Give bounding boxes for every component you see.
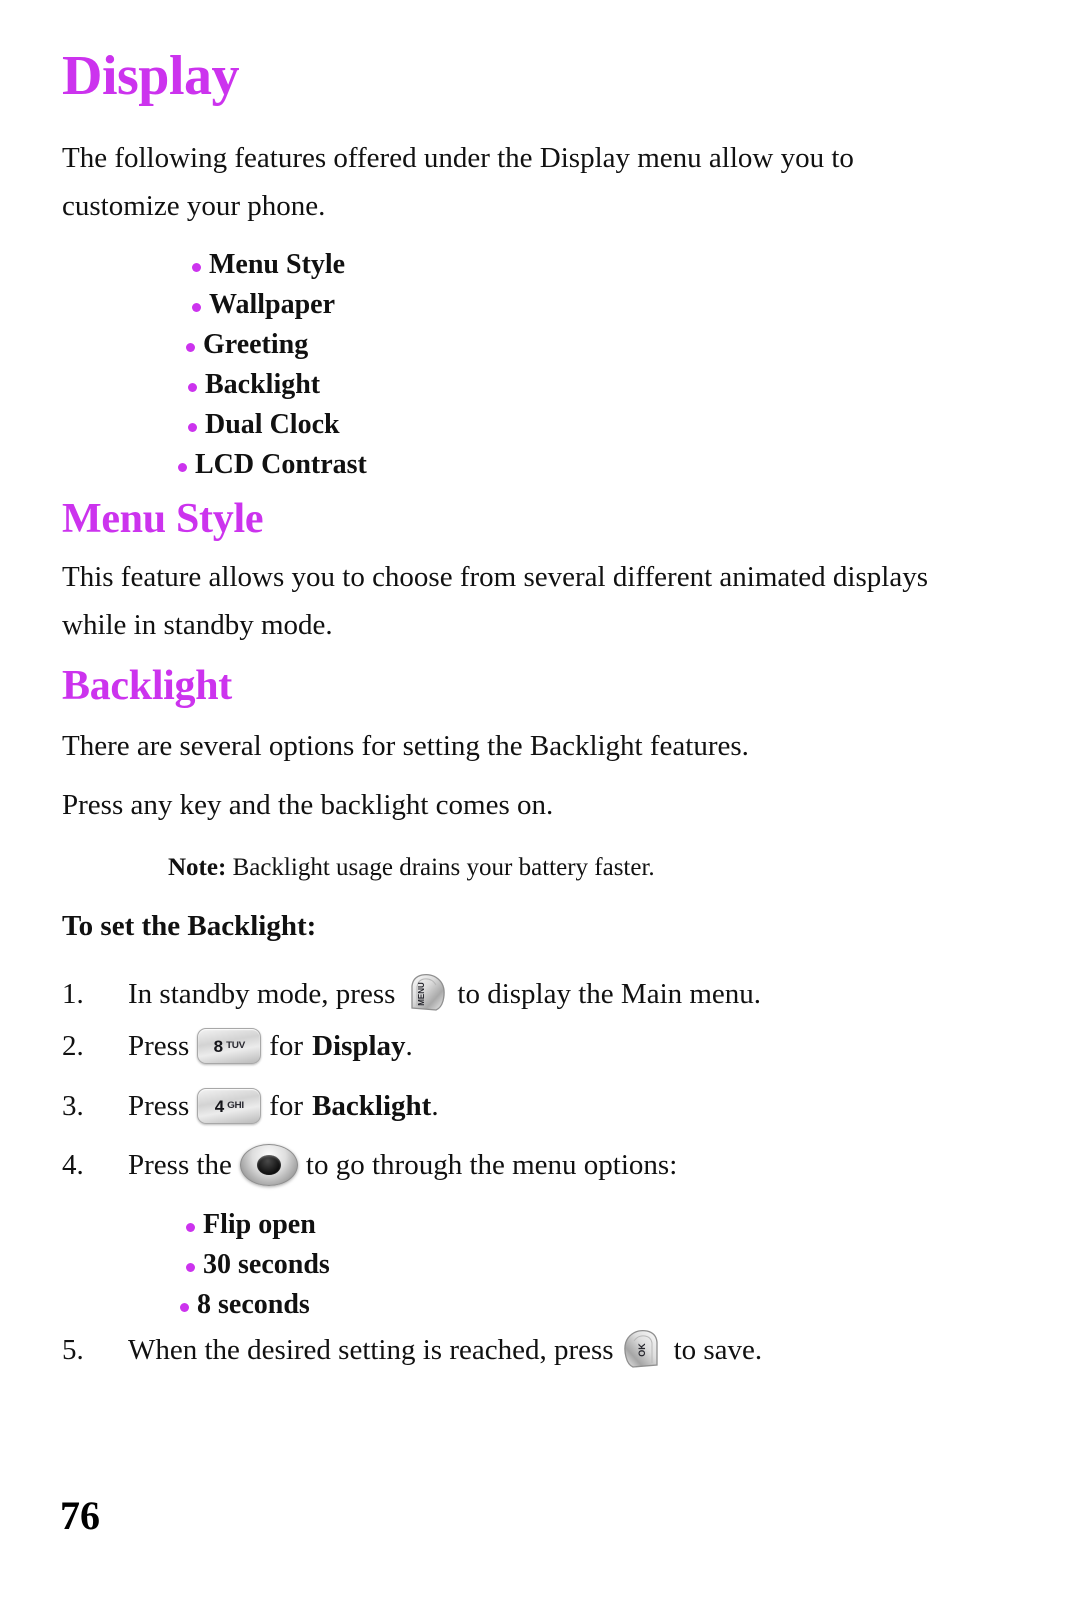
step-text-bold: Display <box>312 1030 406 1062</box>
manual-page: Display The following features offered u… <box>0 0 1080 1622</box>
list-item: Dual Clock <box>188 405 367 445</box>
list-item-label: LCD Contrast <box>195 449 367 480</box>
procedure-step: 1. In standby mode, press MENU to displa… <box>62 968 761 1020</box>
page-title: Display <box>62 45 240 107</box>
step-text-after: to display the Main menu. <box>457 978 762 1010</box>
key-letters: GHI <box>227 1100 244 1111</box>
menu-style-body: This feature allows you to choose from s… <box>62 561 928 641</box>
step-text-after: to save. <box>673 1334 763 1366</box>
step-text-before: Press <box>128 1090 190 1122</box>
list-item: LCD Contrast <box>178 445 367 485</box>
list-item: Greeting <box>186 325 367 365</box>
section-heading-backlight: Backlight <box>62 663 232 709</box>
step-number: 5. <box>62 1334 84 1366</box>
intro-paragraph: The following features offered under the… <box>62 142 854 222</box>
bullet-dot-icon <box>186 343 195 352</box>
svg-text:OK: OK <box>637 1343 647 1357</box>
keypad-key-4-icon: 4 GHI <box>197 1088 262 1124</box>
navigation-key-center <box>256 1155 281 1175</box>
list-item-label: 30 seconds <box>203 1249 330 1280</box>
step-number: 2. <box>62 1030 84 1062</box>
step-number: 3. <box>62 1090 84 1122</box>
step-text-before: When the desired setting is reached, pre… <box>128 1334 614 1366</box>
list-item: 30 seconds <box>186 1245 330 1285</box>
list-item: Menu Style <box>192 245 367 285</box>
step-text-after: for <box>269 1030 304 1062</box>
ok-key-icon: OK <box>622 1325 666 1371</box>
procedure-step: 3. Press 4 GHI for Backlight . <box>62 1086 439 1126</box>
key-digit: 4 <box>214 1096 225 1116</box>
bullet-dot-icon <box>180 1303 189 1312</box>
section-heading-menu-style: Menu Style <box>62 496 264 542</box>
backlight-body-1: There are several options for setting th… <box>62 730 749 762</box>
keypad-key-8-icon: 8 TUV <box>197 1028 262 1064</box>
step-text-before: Press the <box>128 1149 232 1181</box>
bullet-dot-icon <box>192 263 201 272</box>
procedure-step: 2. Press 8 TUV for Display . <box>62 1026 413 1066</box>
procedure-step: 5. When the desired setting is reached, … <box>62 1325 762 1375</box>
step-text-after: for <box>269 1090 304 1122</box>
bullet-dot-icon <box>178 463 187 472</box>
note-block: Note: Backlight usage drains your batter… <box>168 851 655 885</box>
svg-text:MENU: MENU <box>417 982 426 1006</box>
page-number: 76 <box>60 1493 100 1538</box>
list-item-label: Flip open <box>203 1209 316 1240</box>
step-text-bold: Backlight <box>312 1090 432 1122</box>
list-item-label: Dual Clock <box>205 409 340 440</box>
step-text-after: to go through the menu options: <box>305 1149 678 1181</box>
list-item: Wallpaper <box>192 285 367 325</box>
note-text: Backlight usage drains your battery fast… <box>232 854 655 881</box>
bullet-dot-icon <box>188 423 197 432</box>
procedure-heading: To set the Backlight: <box>62 910 317 942</box>
step-text-tail: . <box>431 1090 439 1122</box>
backlight-body-2: Press any key and the backlight comes on… <box>62 789 554 821</box>
feature-bullet-list: Menu Style Wallpaper Greeting Backlight … <box>176 245 367 485</box>
list-item: 8 seconds <box>180 1285 330 1325</box>
list-item: Backlight <box>188 365 367 405</box>
step-text-tail: . <box>405 1030 413 1062</box>
bullet-dot-icon <box>188 383 197 392</box>
note-label: Note: <box>168 854 227 881</box>
list-item-label: Backlight <box>205 369 321 400</box>
step-number: 4. <box>62 1149 84 1181</box>
list-item-label: Menu Style <box>209 249 346 280</box>
navigation-key-icon <box>239 1144 298 1186</box>
list-item: Flip open <box>186 1205 330 1245</box>
list-item-label: 8 seconds <box>197 1289 310 1320</box>
key-digit: 8 <box>213 1036 224 1056</box>
bullet-dot-icon <box>186 1223 195 1232</box>
menu-key-icon: MENU <box>403 968 449 1014</box>
bullet-dot-icon <box>186 1263 195 1272</box>
step-text-before: In standby mode, press <box>128 978 396 1010</box>
step-number: 1. <box>62 978 84 1010</box>
step-text-before: Press <box>128 1030 190 1062</box>
key-letters: TUV <box>226 1040 245 1051</box>
bullet-dot-icon <box>192 303 201 312</box>
backlight-options-list: Flip open 30 seconds 8 seconds <box>176 1205 330 1325</box>
list-item-label: Wallpaper <box>209 289 336 320</box>
procedure-step: 4. Press the to go through the menu opti… <box>62 1144 677 1186</box>
list-item-label: Greeting <box>203 329 309 360</box>
